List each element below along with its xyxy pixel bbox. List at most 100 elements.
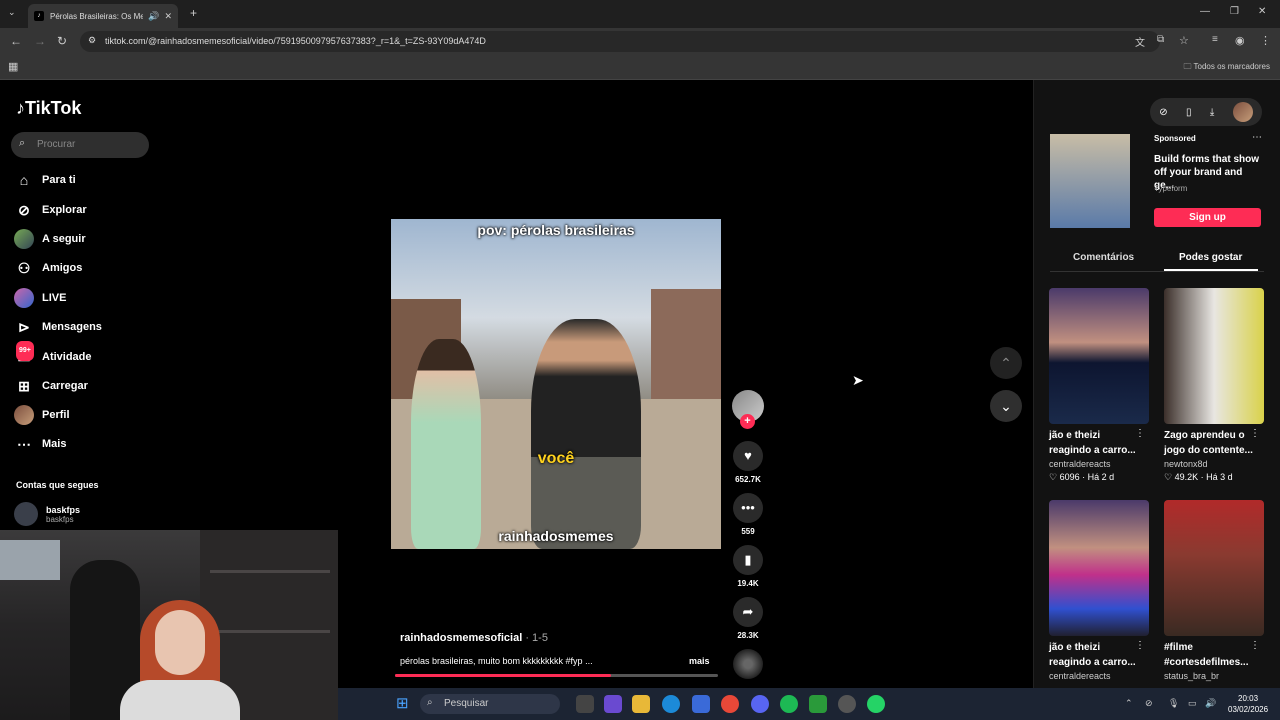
recommended-video-card[interactable]: jão e theizi reagindo a carro... ⋮ centr… [1049,288,1151,483]
device-icon[interactable]: ▯ [1186,107,1192,118]
install-app-icon[interactable]: ⧉ [1157,34,1164,45]
discord-icon[interactable] [751,695,769,713]
taskbar-clock[interactable]: 20:03 03/02/2026 [1228,693,1268,715]
media-control-icon[interactable]: ≡ [1212,34,1218,45]
taskbar-search[interactable]: ⌕ Pesquisar [420,694,560,714]
menu-kebab-icon[interactable]: ⋮ [1260,34,1271,47]
nav-amigos[interactable]: ⚇ Amigos [14,258,154,278]
woman-figure [411,339,481,549]
translate-icon[interactable]: 文 [1135,34,1145,49]
ad-options-icon[interactable]: ⋯ [1252,132,1262,143]
all-bookmarks-folder[interactable]: 🗀 Todos os marcadores [1183,61,1270,75]
file-explorer-icon[interactable] [632,695,650,713]
profile-icon[interactable]: ◉ [1235,34,1245,47]
nav-mensagens[interactable]: ⊳ Mensagens [14,317,154,337]
like-action[interactable]: ♥ 652.7K [733,441,763,484]
follow-plus-button[interactable]: + [740,414,755,429]
nav-carregar[interactable]: ⊞ Carregar [14,376,154,396]
previous-video-button[interactable]: ⌃ [990,347,1022,379]
nav-explorar[interactable]: ⊘ Explorar [14,200,154,220]
nav-label: Mais [42,438,67,450]
card-options-icon[interactable]: ⋮ [1135,640,1145,651]
video-thumbnail [1049,288,1149,424]
nav-mais[interactable]: ⋯ Mais [14,434,154,454]
card-options-icon[interactable]: ⋮ [1135,428,1145,439]
live-avatar-icon [14,288,34,308]
tray-app-icon[interactable]: ⊘ [1145,698,1153,709]
forward-arrow-icon[interactable]: → [34,34,46,48]
search-icon: ⌕ [427,697,433,708]
url-field[interactable]: ⚙ tiktok.com/@rainhadosmemesoficial/vide… [80,31,1160,52]
card-user: centraldereacts [1049,671,1111,681]
video-progress-bar[interactable] [395,674,718,677]
restore-icon[interactable]: ❐ [1230,6,1239,17]
card-user: centraldereacts [1049,459,1111,469]
recommended-video-card[interactable]: Zago aprendeu o jogo do contente... ⋮ ne… [1164,288,1266,483]
house-right [651,289,721,399]
task-view-icon[interactable] [576,695,594,713]
tab-comentarios[interactable]: Comentários [1073,252,1134,263]
download-icon[interactable]: ⤓ [1210,107,1214,118]
obs-icon[interactable] [838,695,856,713]
nav-atividade[interactable]: ▭99+ Atividade [14,341,154,367]
taskbar-search-label: Pesquisar [444,698,489,709]
next-video-button[interactable]: ⌄ [990,390,1022,422]
back-arrow-icon[interactable]: ← [10,34,22,48]
whatsapp-icon[interactable] [867,695,885,713]
minimize-icon[interactable]: — [1200,6,1210,17]
share-action[interactable]: ➦ 28.3K [733,597,763,640]
apps-grid-icon[interactable]: ▦ [8,60,18,73]
network-icon[interactable]: ▭ [1188,698,1197,709]
recommended-video-card[interactable]: jão e theizi reagindo a carro... ⋮ centr… [1049,500,1151,681]
video-author[interactable]: rainhadosmemesoficial [400,632,522,644]
account-handle: baskfps [46,514,74,524]
nav-live[interactable]: LIVE [14,288,154,308]
close-tab-icon[interactable]: ✕ [164,11,172,22]
nav-para-ti[interactable]: ⌂ Para ti [14,170,154,190]
recommended-video-card[interactable]: #filme #cortesdefilmes... ⋮ status_bra_b… [1164,500,1266,681]
tab-podes-gostar[interactable]: Podes gostar [1179,252,1242,263]
tab-list-chevron-icon[interactable]: ⌄ [8,7,16,18]
comment-action[interactable]: ••• 559 [733,493,763,536]
music-disc-icon[interactable] [733,649,763,679]
video-player[interactable]: pov: pérolas brasileiras você rainhadosm… [391,219,721,549]
url-text: tiktok.com/@rainhadosmemesoficial/video/… [105,36,486,46]
profile-avatar[interactable] [1232,102,1253,122]
card-options-icon[interactable]: ⋮ [1250,428,1260,439]
more-link[interactable]: mais [689,656,710,666]
microphone-icon[interactable]: 🎙 [1168,698,1179,709]
following-account[interactable]: baskfps baskfps [14,502,80,526]
window-light [0,540,60,580]
close-window-icon[interactable]: ✕ [1258,6,1266,17]
card-options-icon[interactable]: ⋮ [1250,640,1260,651]
store-icon[interactable] [692,695,710,713]
windows-start-icon[interactable]: ⊞ [396,694,409,712]
nav-perfil[interactable]: Perfil [14,405,154,425]
browser-tab[interactable]: ♪ Pérolas Brasileiras: Os Melh 🔊 ✕ [28,4,178,28]
spotify-icon[interactable] [780,695,798,713]
chevron-up-icon: ⌃ [1000,355,1012,371]
chrome-icon[interactable] [721,695,739,713]
explore-icon[interactable]: ⊘ [1159,107,1167,118]
nav-a-seguir[interactable]: A seguir [14,229,154,249]
site-info-icon[interactable]: ⚙ [88,35,96,46]
reload-icon[interactable]: ↻ [57,34,67,48]
comment-icon[interactable]: ••• [733,493,763,523]
new-tab-plus-icon[interactable]: + [190,6,197,20]
edge-icon[interactable] [662,695,680,713]
heart-icon[interactable]: ♥ [733,441,763,471]
tiktok-favicon-icon: ♪ [34,11,44,21]
speaker-icon[interactable]: 🔊 [148,11,159,22]
widgets-icon[interactable] [604,695,622,713]
signup-button[interactable]: Sign up [1154,208,1261,227]
tiktok-logo[interactable]: ♪TikTok [16,98,81,119]
bookmark-star-icon[interactable]: ☆ [1179,34,1189,47]
volume-icon[interactable]: 🔊 [1205,698,1216,709]
search-input[interactable]: ⌕ Procurar [11,132,149,158]
share-arrow-icon[interactable]: ➦ [733,597,763,627]
nav-label: Perfil [42,409,70,421]
save-action[interactable]: ▮ 19.4K [733,545,763,588]
tray-chevron-icon[interactable]: ⌃ [1125,698,1133,709]
bookmark-icon[interactable]: ▮ [733,545,763,575]
app-icon[interactable] [809,695,827,713]
